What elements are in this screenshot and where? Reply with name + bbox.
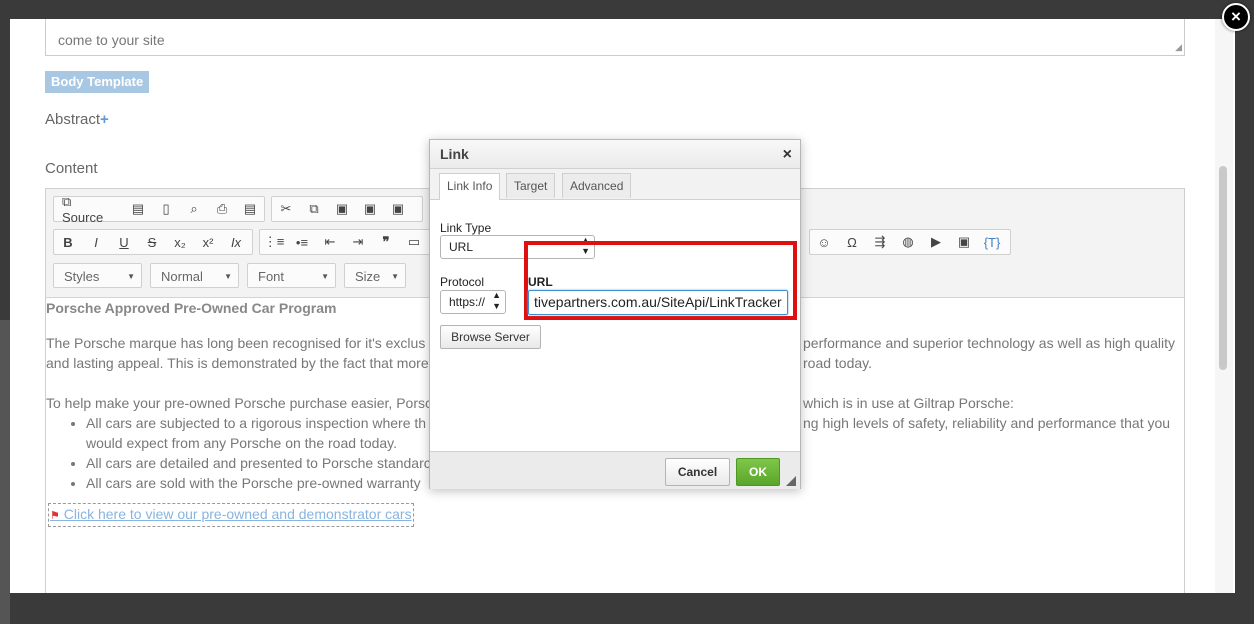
toolbar-group-clipboard: ✂ ⧉ ▣ ▣ ▣ [271,196,423,222]
paste-icon[interactable]: ▣ [328,201,356,217]
bullet-1-line2: would expect from any Porsche on the roa… [86,435,398,451]
subscript-icon[interactable]: x₂ [166,235,194,250]
paragraph-1-text-right: performance and superior technology as w… [803,335,1175,351]
numbered-list-icon[interactable]: ⋮≡ [260,234,288,250]
anchor-flag-icon: ⚑ [50,510,60,522]
protocol-value: https:// [449,295,486,309]
paragraph-1-line2-right: road today. [803,355,873,371]
source-button[interactable]: ⧉ Source [54,194,124,225]
close-icon[interactable]: × [783,140,792,169]
dialog-title: Link [440,146,469,162]
link-type-label: Link Type [440,221,492,235]
bullet-1-left: All cars are subjected to a rigorous ins… [86,415,427,431]
close-modal-button[interactable]: × [1222,3,1250,31]
protocol-label: Protocol [440,275,485,289]
preview-icon[interactable]: ⌕ [180,201,208,217]
save-icon[interactable]: ▤ [124,201,152,217]
new-page-icon[interactable]: ▯ [152,201,180,217]
toolbar-group-paragraph: ⋮≡ •≡ ⇤ ⇥ ❞ ▭ [259,229,431,255]
summary-textarea[interactable]: come to your site ◢ [45,19,1185,56]
remove-format-icon[interactable]: Ix [222,235,250,250]
paragraph-1-text-left: The Porsche marque has long been recogni… [46,335,426,351]
tab-link-info[interactable]: Link Info [439,173,501,200]
font-dropdown[interactable]: Font ▼ [247,263,336,288]
image-icon[interactable]: ▣ [950,234,978,250]
content-heading: Porsche Approved Pre-Owned Car Program [46,300,337,316]
size-value: Size [355,269,381,284]
ok-button[interactable]: OK [736,458,780,486]
abstract-label[interactable]: Abstract+ [45,111,109,128]
indent-icon[interactable]: ⇥ [344,234,372,250]
paragraph-1-line2-left: and lasting appeal. This is demonstrated… [46,355,429,371]
cancel-button[interactable]: Cancel [665,458,730,486]
dialog-resize-icon[interactable] [786,476,796,486]
toolbar-group-document: ⧉ Source ▤ ▯ ⌕ ⎙ ▤ [53,194,265,225]
chevron-down-icon: ▼ [224,272,232,281]
toolbar-group-insert: ☺ Ω ⇶ ◍ ▶ ▣ {T} [809,229,1011,255]
italic-icon[interactable]: I [82,235,110,250]
link-dialog: Link × Link Info Target Advanced Link Ty… [429,139,801,489]
bullet-2-text: All cars are detailed and presented to P… [86,455,431,471]
protocol-select[interactable]: https:// ▲ ▼ [440,290,506,314]
bulleted-list-icon[interactable]: •≡ [288,235,316,250]
template-field-icon[interactable]: {T} [978,235,1006,250]
body-template-button[interactable]: Body Template [45,71,150,93]
url-label: URL [528,275,553,289]
chevron-down-icon: ▼ [391,272,399,281]
url-input[interactable]: tivepartners.com.au/SiteApi/LinkTracker [528,290,788,315]
select-arrows-icon: ▲ ▼ [492,290,501,311]
underline-icon[interactable]: U [110,235,138,250]
bullet-1-right: ng high levels of safety, reliability an… [803,415,1171,431]
paragraph-2-text-left: To help make your pre-owned Porsche purc… [46,395,432,411]
special-char-icon[interactable]: Ω [838,235,866,250]
styles-dropdown[interactable]: Styles ▼ [53,263,142,288]
modal-scrollbar[interactable] [1219,166,1227,370]
cut-icon[interactable]: ✂ [272,201,300,217]
outdent-icon[interactable]: ⇤ [316,234,344,250]
dialog-tabs: Link Info Target Advanced [430,169,800,200]
toolbar-group-basic: B I U S x₂ x² Ix [53,229,253,255]
copy-icon[interactable]: ⧉ [300,201,328,217]
format-value: Normal [161,269,203,284]
format-dropdown[interactable]: Normal ▼ [150,263,239,288]
content-label: Content [45,160,98,177]
link-type-value: URL [449,240,474,254]
print-icon[interactable]: ⎙ [208,201,236,217]
paste-word-icon[interactable]: ▣ [384,201,412,217]
superscript-icon[interactable]: x² [194,235,222,250]
bullet-3-text: All cars are sold with the Porsche pre-o… [86,475,421,491]
blockquote-icon[interactable]: ❞ [372,234,400,250]
templates-icon[interactable]: ▤ [236,201,264,217]
add-abstract-icon[interactable]: + [100,111,109,128]
link-text: Click here to view our pre-owned and dem… [63,506,412,522]
div-icon[interactable]: ▭ [400,234,428,250]
youtube-icon[interactable]: ▶ [922,234,950,250]
content-link[interactable]: ⚑ Click here to view our pre-owned and d… [48,503,414,527]
resize-grip-icon[interactable]: ◢ [1175,42,1182,53]
chevron-down-icon: ▼ [321,272,329,281]
paragraph-2-text-right: which is in use at Giltrap Porsche: [803,395,1014,411]
bold-icon[interactable]: B [54,235,82,250]
strike-icon[interactable]: S [138,235,166,250]
source-label: Source [62,209,104,225]
iframe-icon[interactable]: ◍ [894,234,922,250]
chevron-down-icon: ▼ [127,272,135,281]
tab-target[interactable]: Target [506,173,556,198]
summary-text: come to your site [58,32,165,48]
page-break-icon[interactable]: ⇶ [866,234,894,250]
font-value: Font [258,269,285,284]
smiley-icon[interactable]: ☺ [810,235,838,250]
dialog-footer: Cancel OK [430,451,800,489]
paste-text-icon[interactable]: ▣ [356,201,384,217]
styles-value: Styles [64,269,100,284]
tab-advanced[interactable]: Advanced [562,173,632,198]
browse-server-button[interactable]: Browse Server [440,325,541,349]
dialog-titlebar[interactable]: Link × [430,140,800,169]
abstract-text: Abstract [45,111,101,128]
size-dropdown[interactable]: Size ▼ [344,263,406,288]
